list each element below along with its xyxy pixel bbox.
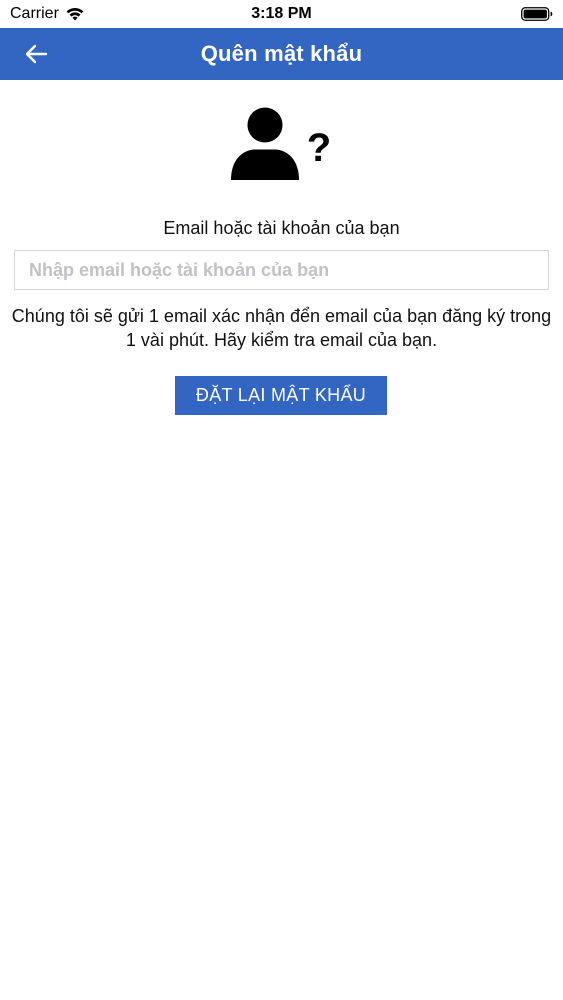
email-input[interactable] (14, 250, 549, 290)
info-text: Chúng tôi sẽ gửi 1 email xác nhận đển em… (11, 306, 552, 350)
navigation-bar: Quên mật khẩu (0, 28, 563, 80)
page-title: Quên mật khẩu (200, 41, 363, 66)
status-bar: Carrier 3:18 PM (0, 0, 563, 28)
battery-icon (521, 7, 553, 21)
svg-text:?: ? (307, 126, 331, 170)
user-question-icon: ? (231, 107, 331, 180)
email-field-label: Email hoặc tài khoản của bạn (163, 218, 400, 238)
status-time: 3:18 PM (251, 5, 312, 22)
reset-password-button[interactable]: ĐẶT LẠI MẬT KHẨU (175, 376, 387, 415)
